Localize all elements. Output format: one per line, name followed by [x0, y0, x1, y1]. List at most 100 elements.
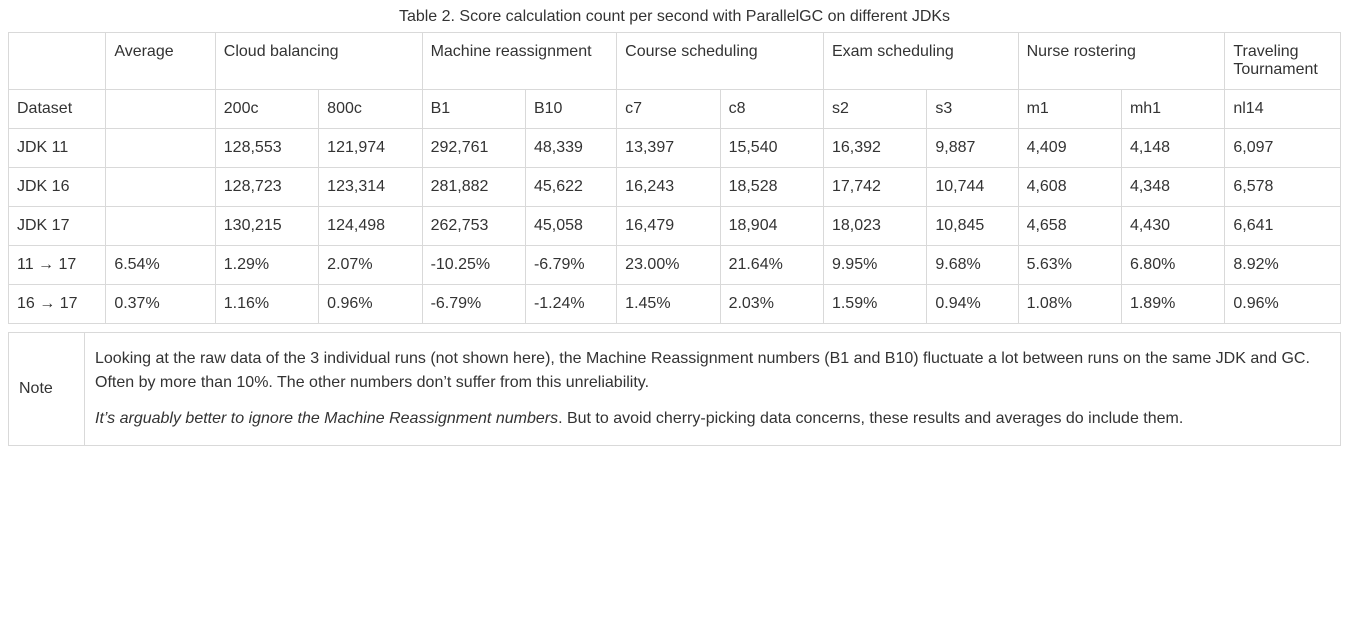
dataset-col: 800c — [319, 90, 422, 129]
cell: 1.08% — [1018, 285, 1121, 324]
header-machine-reassignment: Machine reassignment — [422, 33, 617, 90]
row-avg — [106, 129, 215, 168]
main-table: Average Cloud balancing Machine reassign… — [8, 32, 1341, 324]
note-table: Note Looking at the raw data of the 3 in… — [8, 332, 1341, 446]
note-remainder: . But to avoid cherry-picking data conce… — [558, 410, 1183, 427]
dataset-label: Dataset — [9, 90, 106, 129]
cell: 13,397 — [617, 129, 720, 168]
cell: 0.94% — [927, 285, 1018, 324]
row-avg: 6.54% — [106, 246, 215, 285]
cell: -1.24% — [525, 285, 616, 324]
cell: 1.89% — [1121, 285, 1224, 324]
cell: 4,348 — [1121, 168, 1224, 207]
table-row: JDK 17 130,215 124,498 262,753 45,058 16… — [9, 207, 1341, 246]
cell: 128,553 — [215, 129, 318, 168]
dataset-col: mh1 — [1121, 90, 1224, 129]
header-row-groups: Average Cloud balancing Machine reassign… — [9, 33, 1341, 90]
row-label: JDK 16 — [9, 168, 106, 207]
header-nurse-rostering: Nurse rostering — [1018, 33, 1225, 90]
cell: 17,742 — [823, 168, 926, 207]
cell: 45,622 — [525, 168, 616, 207]
cell: 6,641 — [1225, 207, 1341, 246]
cell: 5.63% — [1018, 246, 1121, 285]
row-label: JDK 11 — [9, 129, 106, 168]
cell: 6,578 — [1225, 168, 1341, 207]
cell: 128,723 — [215, 168, 318, 207]
dataset-col: B1 — [422, 90, 525, 129]
header-exam-scheduling: Exam scheduling — [823, 33, 1018, 90]
table-row: JDK 11 128,553 121,974 292,761 48,339 13… — [9, 129, 1341, 168]
cell: 4,608 — [1018, 168, 1121, 207]
cell: 6,097 — [1225, 129, 1341, 168]
dataset-avg-empty — [106, 90, 215, 129]
table-row: 11 → 17 6.54% 1.29% 2.07% -10.25% -6.79%… — [9, 246, 1341, 285]
dataset-col: B10 — [525, 90, 616, 129]
dataset-col: c8 — [720, 90, 823, 129]
cell: 1.45% — [617, 285, 720, 324]
dataset-col: 200c — [215, 90, 318, 129]
dataset-col: s3 — [927, 90, 1018, 129]
cell: -6.79% — [422, 285, 525, 324]
cell: 8.92% — [1225, 246, 1341, 285]
note-paragraph-2: It’s arguably better to ignore the Machi… — [95, 407, 1330, 431]
cell: 16,392 — [823, 129, 926, 168]
cell: 4,658 — [1018, 207, 1121, 246]
cell: 18,528 — [720, 168, 823, 207]
cell: 130,215 — [215, 207, 318, 246]
cell: 4,430 — [1121, 207, 1224, 246]
dataset-col: s2 — [823, 90, 926, 129]
cell: 292,761 — [422, 129, 525, 168]
row-label: 16 → 17 — [9, 285, 106, 324]
cell: 1.16% — [215, 285, 318, 324]
cell: 9.95% — [823, 246, 926, 285]
row-avg — [106, 168, 215, 207]
table-caption: Table 2. Score calculation count per sec… — [8, 8, 1341, 26]
cell: 2.03% — [720, 285, 823, 324]
table-row: JDK 16 128,723 123,314 281,882 45,622 16… — [9, 168, 1341, 207]
cell: 6.80% — [1121, 246, 1224, 285]
header-average: Average — [106, 33, 215, 90]
header-empty — [9, 33, 106, 90]
cell: 23.00% — [617, 246, 720, 285]
note-paragraph-1: Looking at the raw data of the 3 individ… — [95, 347, 1330, 395]
cell: 1.59% — [823, 285, 926, 324]
cell: 21.64% — [720, 246, 823, 285]
cell: 124,498 — [319, 207, 422, 246]
note-emphasis: It’s arguably better to ignore the Machi… — [95, 410, 558, 427]
cell: 10,845 — [927, 207, 1018, 246]
cell: 18,904 — [720, 207, 823, 246]
header-course-scheduling: Course scheduling — [617, 33, 824, 90]
cell: -6.79% — [525, 246, 616, 285]
row-avg — [106, 207, 215, 246]
cell: 18,023 — [823, 207, 926, 246]
header-cloud-balancing: Cloud balancing — [215, 33, 422, 90]
cell: 281,882 — [422, 168, 525, 207]
cell: 121,974 — [319, 129, 422, 168]
row-avg: 0.37% — [106, 285, 215, 324]
table-row: 16 → 17 0.37% 1.16% 0.96% -6.79% -1.24% … — [9, 285, 1341, 324]
cell: 48,339 — [525, 129, 616, 168]
cell: 15,540 — [720, 129, 823, 168]
dataset-col: c7 — [617, 90, 720, 129]
row-label: 11 → 17 — [9, 246, 106, 285]
cell: 16,479 — [617, 207, 720, 246]
cell: 1.29% — [215, 246, 318, 285]
cell: 9,887 — [927, 129, 1018, 168]
cell: 4,409 — [1018, 129, 1121, 168]
note-body: Looking at the raw data of the 3 individ… — [85, 333, 1341, 446]
cell: 123,314 — [319, 168, 422, 207]
note-label: Note — [9, 333, 85, 446]
cell: 9.68% — [927, 246, 1018, 285]
header-traveling-tournament: Traveling Tournament — [1225, 33, 1341, 90]
cell: 4,148 — [1121, 129, 1224, 168]
cell: 2.07% — [319, 246, 422, 285]
cell: 45,058 — [525, 207, 616, 246]
cell: 0.96% — [1225, 285, 1341, 324]
cell: 0.96% — [319, 285, 422, 324]
dataset-col: m1 — [1018, 90, 1121, 129]
cell: 10,744 — [927, 168, 1018, 207]
cell: 262,753 — [422, 207, 525, 246]
cell: -10.25% — [422, 246, 525, 285]
header-row-datasets: Dataset 200c 800c B1 B10 c7 c8 s2 s3 m1 … — [9, 90, 1341, 129]
dataset-col: nl14 — [1225, 90, 1341, 129]
